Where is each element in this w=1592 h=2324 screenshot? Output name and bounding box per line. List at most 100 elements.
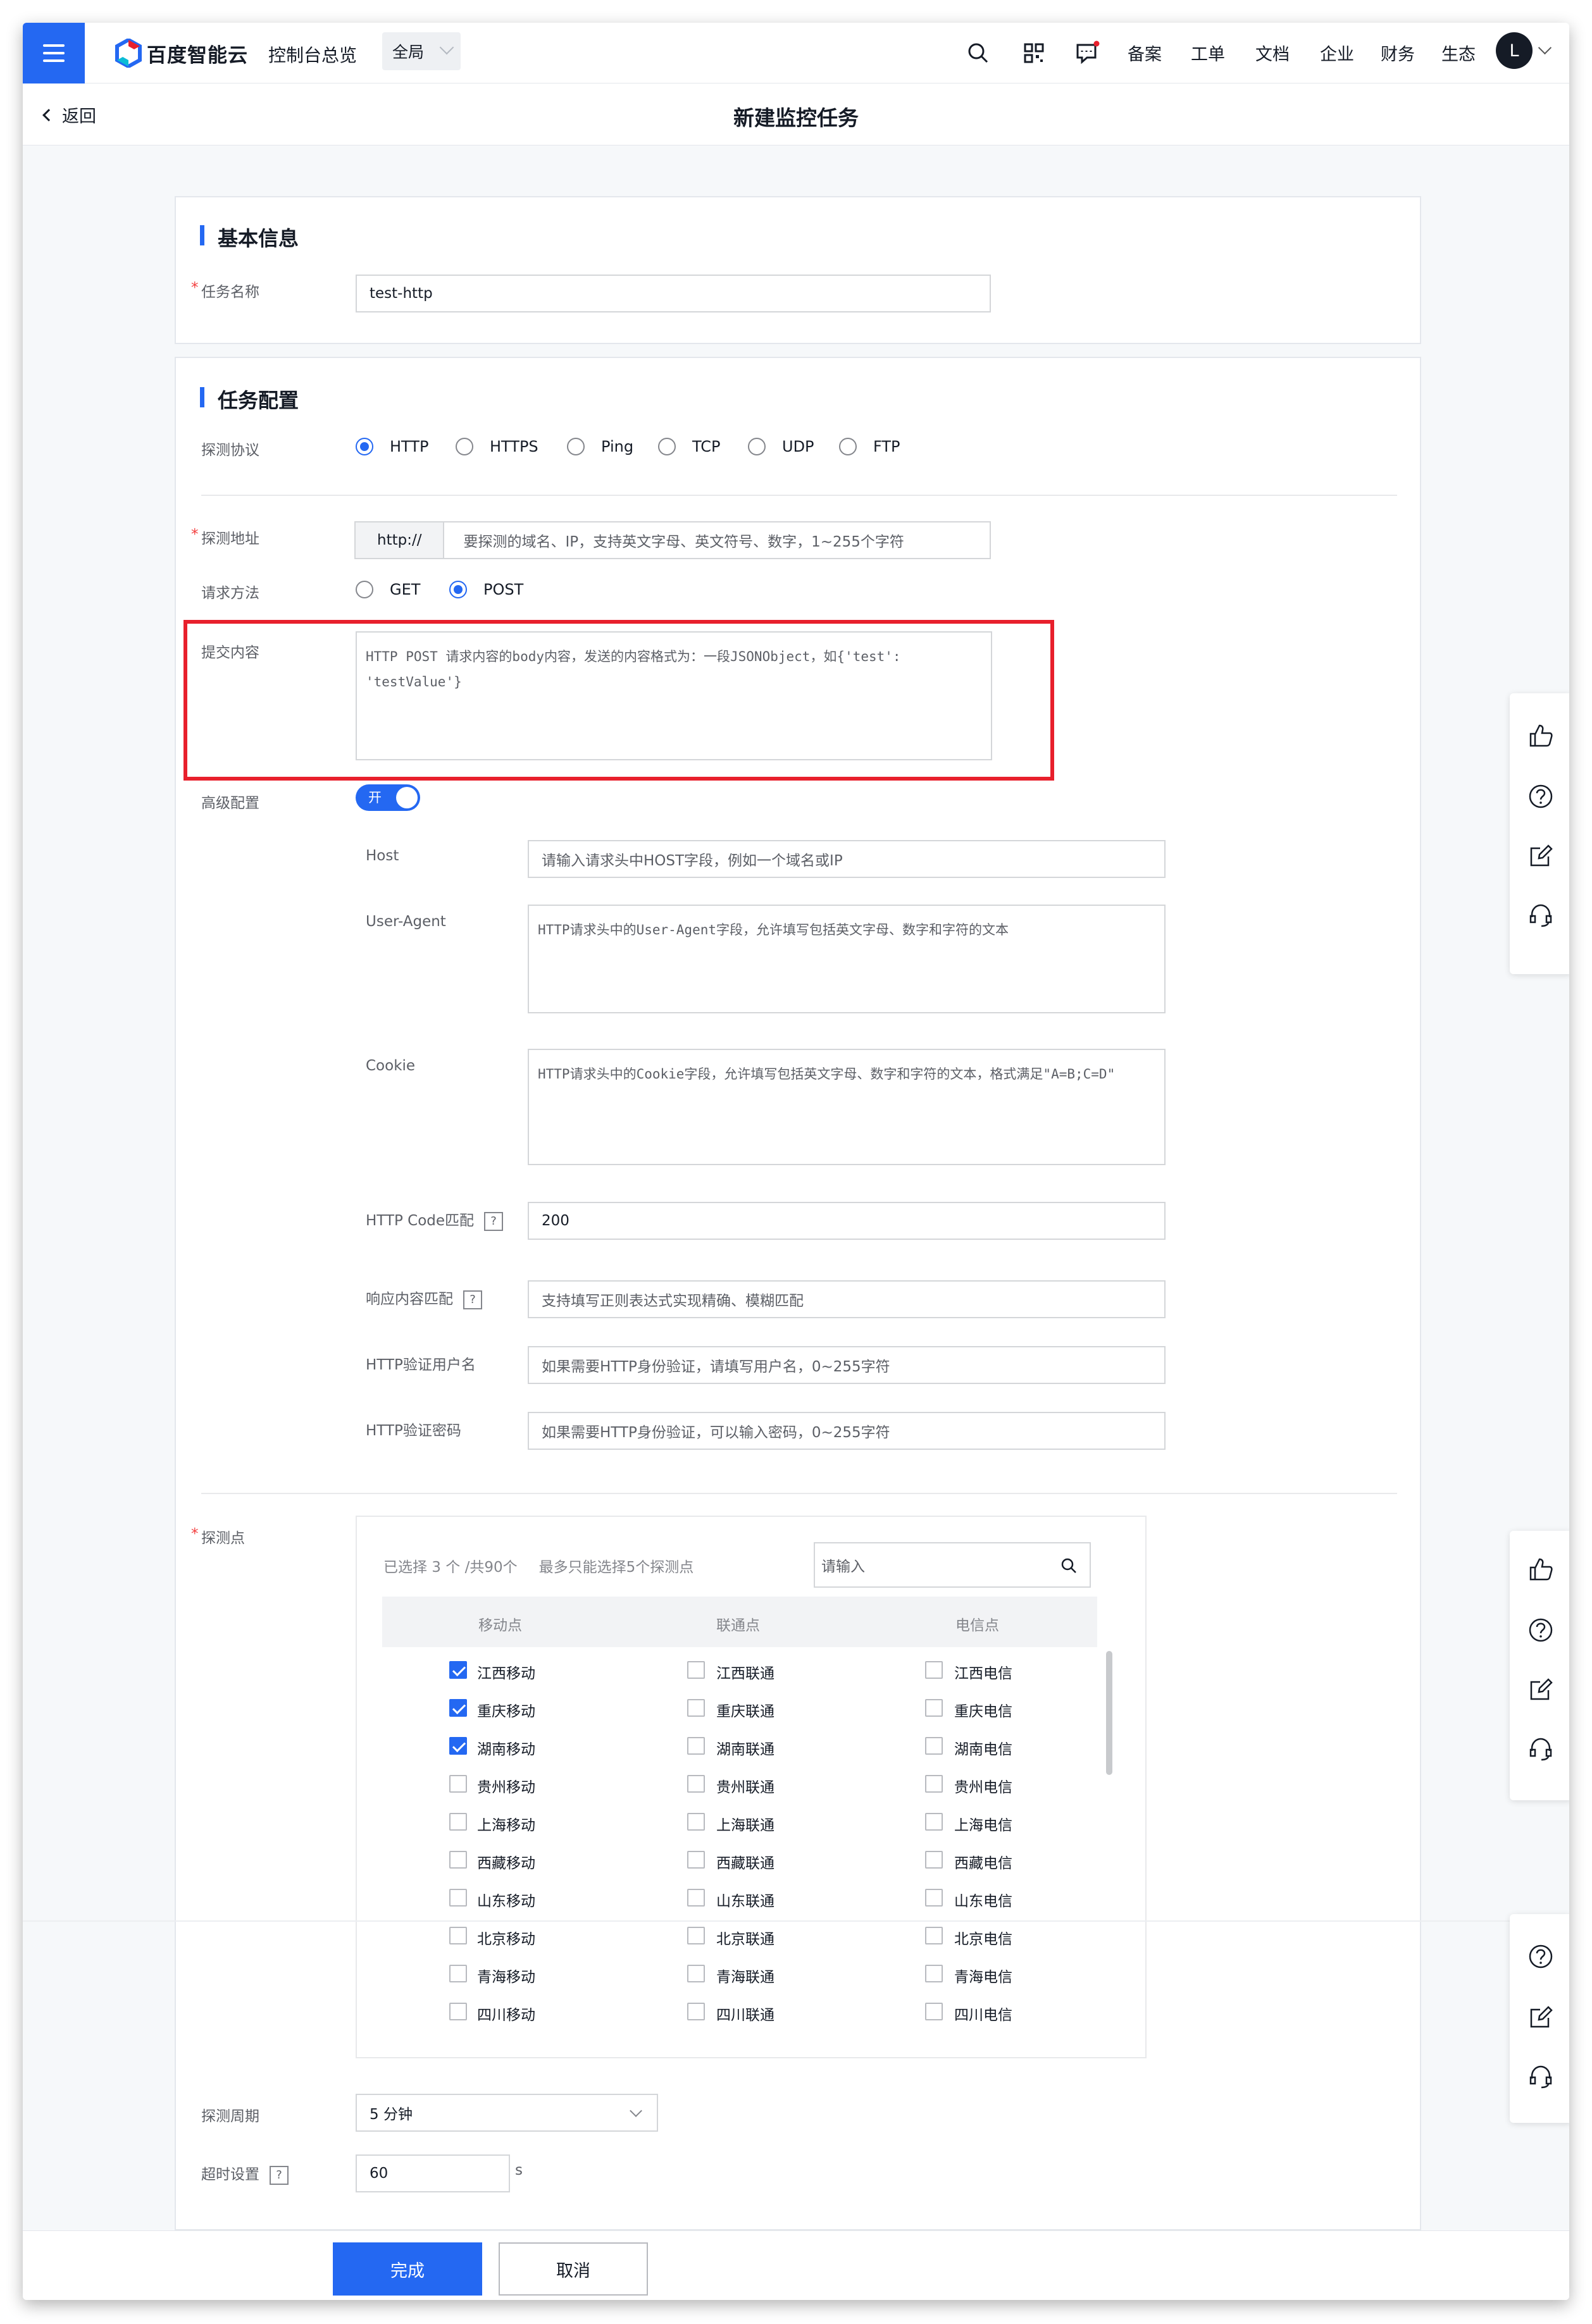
nav-docs[interactable]: 文档 [1255, 40, 1290, 65]
checkbox[interactable] [449, 2003, 467, 2020]
checkbox[interactable] [687, 1737, 705, 1755]
protocol-https-radio[interactable]: HTTPS [456, 438, 538, 455]
basic-info-card: 基本信息 任务名称 test-http [175, 196, 1421, 344]
checkbox[interactable] [687, 1965, 705, 1982]
region-selector[interactable]: 全局 [382, 32, 461, 70]
probe-row: 山东移动 山东联通 山东电信 [382, 1880, 1097, 1918]
timeout-label-text: 超时设置 [201, 2166, 259, 2183]
ua-textarea[interactable]: HTTP请求头中的User-Agent字段，允许填写包括英文字母、数字和字符的文… [528, 905, 1166, 1013]
column-unicom: 联通点 [716, 1617, 760, 1634]
qrcode-icon[interactable] [1021, 40, 1047, 66]
edit-icon[interactable] [1527, 1676, 1554, 1703]
probe-row: 江西移动 江西联通 江西电信 [382, 1652, 1097, 1690]
cookie-textarea[interactable]: HTTP请求头中的Cookie字段，允许填写包括英文字母、数字和字符的文本，格式… [528, 1049, 1166, 1165]
probe-scrollbar[interactable] [1106, 1651, 1112, 1775]
checkbox[interactable] [687, 1851, 705, 1869]
radio-checked-icon [356, 438, 373, 455]
http-user-input[interactable]: 如果需要HTTP身份验证，请填写用户名，0~255字符 [528, 1346, 1166, 1384]
checkbox[interactable] [925, 1889, 943, 1907]
checkbox[interactable] [449, 1851, 467, 1869]
checkbox[interactable] [687, 1927, 705, 1944]
checkbox[interactable] [925, 1813, 943, 1831]
host-input[interactable]: 请输入请求头中HOST字段，例如一个域名或IP [528, 840, 1166, 878]
checkbox[interactable] [449, 1965, 467, 1982]
nav-beian[interactable]: 备案 [1128, 40, 1162, 65]
probe-point-label: 贵州电信 [954, 1779, 1012, 1796]
edit-icon[interactable] [1527, 2004, 1554, 2030]
headset-icon[interactable] [1527, 1736, 1554, 1762]
response-match-input[interactable]: 支持填写正则表达式实现精确、模糊匹配 [528, 1280, 1166, 1318]
chevron-down-icon[interactable] [1538, 40, 1552, 55]
protocol-udp-radio[interactable]: UDP [748, 438, 814, 455]
user-avatar[interactable]: L [1496, 32, 1533, 69]
checkbox[interactable] [449, 1775, 467, 1793]
nav-enterprise[interactable]: 企业 [1320, 40, 1354, 65]
nav-finance[interactable]: 财务 [1381, 40, 1415, 65]
checkbox[interactable] [925, 1927, 943, 1944]
edit-icon[interactable] [1527, 843, 1554, 869]
headset-icon[interactable] [1527, 2063, 1554, 2090]
checkbox-checked[interactable] [449, 1699, 467, 1717]
protocol-ping-radio[interactable]: Ping [567, 438, 633, 455]
probe-table-header: 移动点 联通点 电信点 [382, 1597, 1097, 1647]
checkbox[interactable] [925, 1851, 943, 1869]
address-prefix: http:// [356, 522, 445, 558]
checkbox[interactable] [925, 1661, 943, 1679]
http-code-input[interactable]: 200 [528, 1202, 1166, 1240]
scroll-seam [23, 1920, 1569, 1922]
checkbox[interactable] [687, 1775, 705, 1793]
headset-icon[interactable] [1527, 902, 1554, 929]
probe-search-input[interactable]: 请输入 [814, 1542, 1091, 1588]
protocol-http-radio[interactable]: HTTP [356, 438, 428, 455]
checkbox[interactable] [925, 1699, 943, 1717]
checkbox[interactable] [925, 1737, 943, 1755]
checkbox[interactable] [449, 1813, 467, 1831]
method-label: 请求方法 [201, 585, 259, 602]
search-icon[interactable] [1059, 1556, 1078, 1575]
checkbox-checked[interactable] [449, 1661, 467, 1679]
timeout-unit: s [515, 2162, 523, 2179]
nav-ticket[interactable]: 工单 [1191, 40, 1225, 65]
cancel-button[interactable]: 取消 [499, 2242, 648, 2296]
task-name-input[interactable]: test-http [356, 275, 991, 312]
protocol-ftp-radio[interactable]: FTP [839, 438, 900, 455]
address-input[interactable]: http:// 要探测的域名、IP，支持英文字母、英文符号、数字，1~255个字… [354, 521, 991, 559]
thumbs-up-icon[interactable] [1527, 1556, 1554, 1583]
checkbox[interactable] [925, 1965, 943, 1982]
nav-ecosystem[interactable]: 生态 [1441, 40, 1476, 65]
timeout-input[interactable]: 60 [356, 2154, 510, 2192]
checkbox[interactable] [687, 1661, 705, 1679]
help-icon[interactable] [1527, 1617, 1554, 1643]
method-get-radio[interactable]: GET [356, 581, 420, 598]
protocol-tcp-radio[interactable]: TCP [658, 438, 720, 455]
help-icon[interactable]: ? [463, 1290, 482, 1309]
help-icon[interactable]: ? [484, 1211, 504, 1231]
help-icon[interactable] [1527, 1943, 1554, 1970]
method-post-radio[interactable]: POST [449, 581, 523, 598]
checkbox[interactable] [687, 1889, 705, 1907]
probe-row: 湖南移动 湖南联通 湖南电信 [382, 1728, 1097, 1766]
submit-button[interactable]: 完成 [333, 2242, 482, 2296]
checkbox[interactable] [687, 2003, 705, 2020]
baidu-cloud-logo-icon [115, 39, 142, 68]
checkbox[interactable] [687, 1699, 705, 1717]
search-icon[interactable] [966, 40, 991, 66]
address-placeholder: 要探测的域名、IP，支持英文字母、英文符号、数字，1~255个字符 [463, 534, 904, 550]
message-icon[interactable] [1074, 40, 1100, 66]
http-password-input[interactable]: 如果需要HTTP身份验证，可以输入密码，0~255字符 [528, 1412, 1166, 1450]
checkbox[interactable] [925, 1775, 943, 1793]
brand-logo[interactable]: 百度智能云 [115, 38, 248, 68]
checkbox[interactable] [925, 2003, 943, 2020]
task-name-value: test-http [370, 285, 433, 302]
console-overview-link[interactable]: 控制台总览 [268, 42, 357, 67]
thumbs-up-icon[interactable] [1527, 722, 1554, 749]
checkbox[interactable] [449, 1889, 467, 1907]
advanced-toggle[interactable]: 开 [356, 784, 420, 811]
checkbox[interactable] [687, 1813, 705, 1831]
period-select[interactable]: 5 分钟 [356, 2094, 658, 2132]
checkbox[interactable] [449, 1927, 467, 1944]
help-icon[interactable] [1527, 783, 1554, 810]
checkbox-checked[interactable] [449, 1737, 467, 1755]
help-icon[interactable]: ? [270, 2165, 289, 2185]
hamburger-menu-button[interactable] [23, 23, 85, 83]
